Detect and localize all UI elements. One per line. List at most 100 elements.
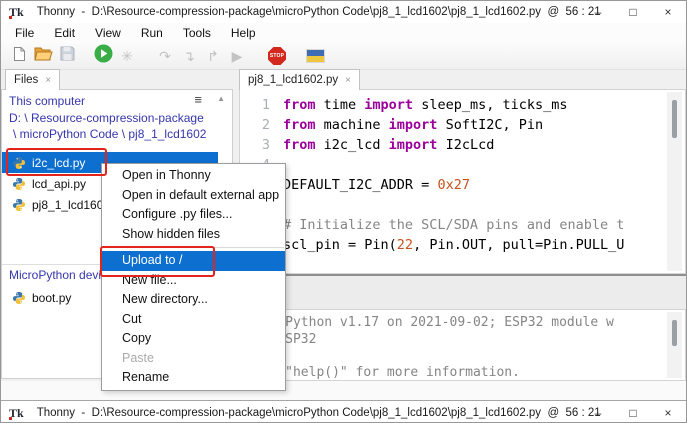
code-line: 4	[240, 155, 663, 175]
code-text: from time import sleep_ms, ticks_ms	[283, 95, 568, 115]
resume-button: ▶	[225, 45, 249, 67]
code-line: 1 from time import sleep_ms, ticks_ms	[240, 95, 663, 115]
context-item-configure-py-files[interactable]: Configure .py files...	[102, 205, 285, 225]
shell-line	[246, 348, 663, 365]
save-icon	[60, 46, 75, 66]
context-item-new-directory[interactable]: New directory...	[102, 290, 285, 310]
ukraine-flag-icon	[306, 49, 325, 63]
context-item-copy[interactable]: Copy	[102, 329, 285, 349]
stop-button[interactable]: STOP	[265, 45, 289, 67]
shell-output[interactable]: MicroPython v1.17 on 2021-09-02; ESP32 m…	[240, 310, 663, 380]
new-file-button[interactable]	[7, 45, 31, 67]
editor-scrollbar[interactable]	[667, 92, 682, 271]
python-icon	[12, 291, 26, 305]
close-icon[interactable]: ×	[662, 406, 674, 420]
python-icon	[12, 177, 26, 191]
context-item-rename[interactable]: Rename	[102, 368, 285, 388]
editor-scrollbar-thumb[interactable]	[672, 100, 677, 138]
toolbar: ✳ ↷ ↴ ↱ ▶ STOP	[1, 43, 686, 70]
ukraine-flag-button[interactable]	[303, 45, 327, 67]
breadcrumb-path-line1[interactable]: D: \ Resource-compression-package	[9, 111, 214, 125]
maximize-icon[interactable]: □	[627, 5, 639, 19]
menu-file[interactable]: File	[5, 24, 44, 42]
python-icon	[12, 198, 26, 212]
context-item-cut[interactable]: Cut	[102, 310, 285, 330]
thonny-logo-icon: Tk	[9, 6, 24, 18]
step-out-button: ↱	[201, 45, 225, 67]
shell-scrollbar-thumb[interactable]	[672, 320, 677, 346]
hamburger-menu-icon[interactable]: ≡	[194, 92, 202, 107]
panel-splitter[interactable]	[239, 274, 686, 311]
debug-icon: ✳	[121, 49, 133, 63]
new-file-icon	[12, 46, 27, 67]
shell-scrollbar[interactable]	[667, 312, 682, 378]
tab-close-icon[interactable]: ×	[45, 75, 51, 86]
editor-tab-label: pj8_1_lcd1602.py	[248, 74, 338, 86]
code-line: 2 from machine import SoftI2C, Pin	[240, 115, 663, 135]
files-root-label[interactable]: This computer	[9, 94, 189, 108]
code-line: 6	[240, 195, 663, 215]
code-text: from machine import SoftI2C, Pin	[283, 115, 543, 135]
code-area[interactable]: 1 from time import sleep_ms, ticks_ms 2 fro…	[240, 90, 663, 273]
context-item-upload-to[interactable]: Upload to /	[102, 251, 285, 271]
context-item-show-hidden-files[interactable]: Show hidden files	[102, 225, 285, 245]
files-panel-tab[interactable]: Files ×	[5, 69, 60, 90]
menu-bar: FileEditViewRunToolsHelp	[1, 23, 686, 43]
shell-line: ith ESP32	[246, 332, 663, 349]
menu-edit[interactable]: Edit	[44, 24, 85, 42]
breadcrumb-path-line2[interactable]: \ microPython Code \ pj8_1_lcd1602	[13, 127, 218, 141]
context-menu: Open in ThonnyOpen in default external a…	[101, 163, 286, 391]
minimize-icon[interactable]: –	[592, 5, 604, 19]
line-number: 1	[240, 95, 270, 115]
code-line: 8scl_pin = Pin(22, Pin.OUT, pull=Pin.PUL…	[240, 235, 663, 255]
shell-panel: MicroPython v1.17 on 2021-09-02; ESP32 m…	[239, 309, 686, 381]
minimize-icon[interactable]: –	[592, 406, 604, 420]
menu-separator	[103, 247, 284, 248]
close-icon[interactable]: ×	[662, 5, 674, 19]
menu-run[interactable]: Run	[131, 24, 173, 42]
code-line: 5DEFAULT_I2C_ADDR = 0x27	[240, 175, 663, 195]
code-text: scl_pin = Pin(22, Pin.OUT, pull=Pin.PULL…	[283, 235, 624, 255]
menu-tools[interactable]: Tools	[173, 24, 221, 42]
taskbar: Tk Thonny - D:\Resource-compression-pack…	[1, 400, 686, 423]
step-out-icon: ↱	[207, 49, 219, 63]
code-line: 3from i2c_lcd import I2cLcd	[240, 135, 663, 155]
context-item-new-file[interactable]: New file...	[102, 271, 285, 291]
context-item-open-in-default-external-app[interactable]: Open in default external app	[102, 186, 285, 206]
context-item-paste: Paste	[102, 349, 285, 369]
stop-icon: STOP	[268, 47, 286, 65]
tab-close-icon[interactable]: ×	[345, 75, 351, 86]
debug-button: ✳	[115, 45, 139, 67]
shell-line: MicroPython v1.17 on 2021-09-02; ESP32 m…	[246, 315, 663, 332]
run-icon	[94, 44, 113, 68]
file-name: lcd_api.py	[32, 177, 86, 191]
step-into-icon: ↴	[183, 49, 195, 63]
thonny-window: Tk Thonny - D:\Resource-compression-pack…	[0, 0, 687, 423]
file-name: boot.py	[32, 291, 71, 305]
files-tab-label: Files	[14, 74, 38, 86]
context-item-open-in-thonny[interactable]: Open in Thonny	[102, 166, 285, 186]
maximize-icon[interactable]: □	[627, 406, 639, 420]
code-text: # Initialize the SCL/SDA pins and enable…	[283, 215, 624, 235]
taskbar-window-controls: – □ ×	[592, 401, 674, 423]
menu-help[interactable]: Help	[221, 24, 266, 42]
code-text: DEFAULT_I2C_ADDR = 0x27	[283, 175, 470, 195]
python-icon	[12, 156, 26, 170]
taskbar-title: Thonny - D:\Resource-compression-package…	[37, 407, 601, 419]
line-number: 2	[240, 115, 270, 135]
thonny-logo-icon: Tk	[9, 407, 24, 419]
run-button[interactable]	[91, 45, 115, 67]
open-folder-icon	[34, 46, 53, 66]
step-over-icon: ↷	[159, 49, 171, 63]
menu-view[interactable]: View	[85, 24, 131, 42]
open-folder-button[interactable]	[31, 45, 55, 67]
editor-tab[interactable]: pj8_1_lcd1602.py ×	[239, 69, 360, 90]
shell-line: Type "help()" for more information.	[246, 365, 663, 381]
code-text: from i2c_lcd import I2cLcd	[283, 135, 494, 155]
code-line: 7# Initialize the SCL/SDA pins and enabl…	[240, 215, 663, 235]
window-title: Thonny - D:\Resource-compression-package…	[37, 6, 601, 18]
scroll-up-icon[interactable]: ▲	[217, 94, 225, 103]
title-bar: Tk Thonny - D:\Resource-compression-pack…	[1, 1, 686, 24]
window-controls: – □ ×	[592, 1, 674, 23]
resume-icon: ▶	[232, 49, 243, 63]
